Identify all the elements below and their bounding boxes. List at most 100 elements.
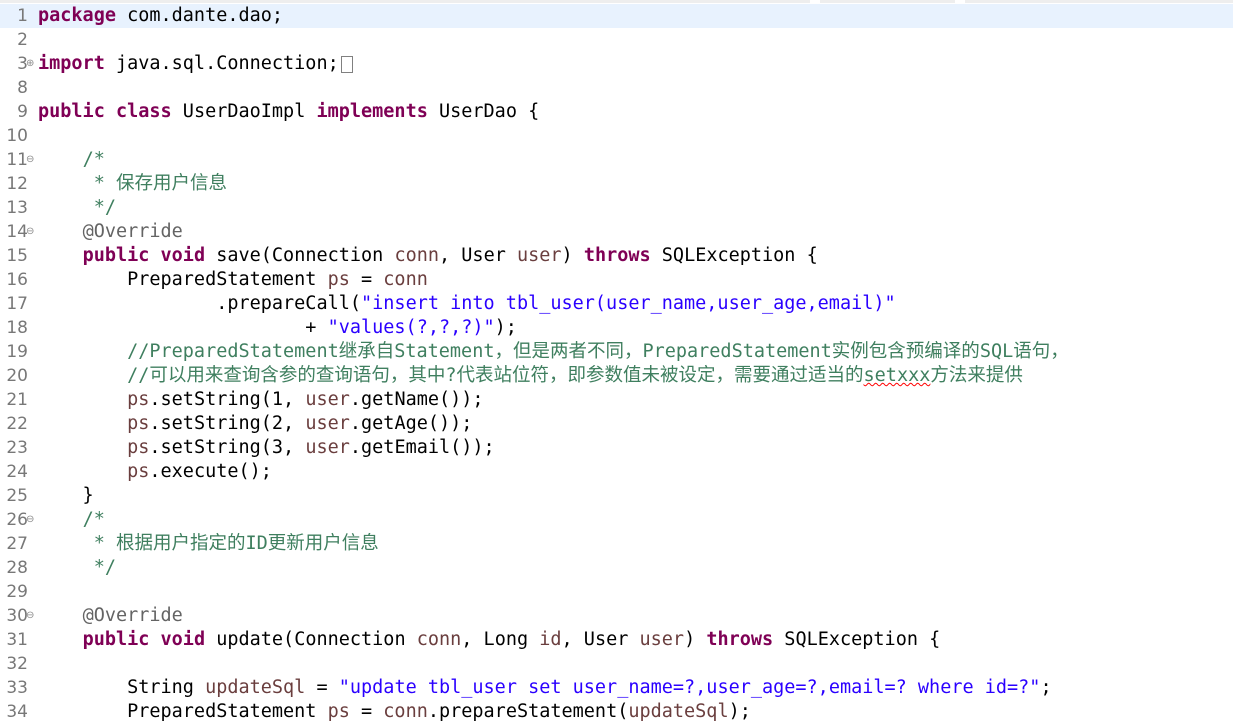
token-ann: @Override: [82, 221, 183, 242]
token-plain: ): [684, 629, 707, 650]
token-plain: .getEmail());: [349, 437, 495, 458]
code-text: ps.execute();: [38, 460, 272, 484]
code-line[interactable]: 21 ps.setString(1, user.getName());: [0, 388, 1233, 412]
token-kw: import: [38, 53, 105, 74]
token-var: updateSql: [628, 701, 729, 722]
token-str: "update tbl_user set user_name=?,user_ag…: [338, 677, 1041, 698]
line-number: 12: [6, 174, 28, 194]
line-number: 21: [6, 390, 28, 410]
code-line[interactable]: 29: [0, 580, 1233, 604]
token-kw: public: [82, 629, 150, 650]
token-cm: 方法来提供: [930, 365, 1023, 386]
code-text: .prepareCall("insert into tbl_user(user_…: [38, 292, 895, 316]
code-line[interactable]: 1 package com.dante.dao;: [0, 4, 1233, 28]
code-text: ps.setString(3, user.getEmail());: [38, 436, 495, 460]
line-number: 27: [6, 534, 28, 554]
code-editor[interactable]: 1 package com.dante.dao; 2 3 ⊕ import java.sq…: [0, 4, 1233, 724]
code-text: public class UserDaoImpl implements User…: [38, 100, 539, 124]
line-number: 24: [6, 462, 28, 482]
line-number: 22: [6, 414, 28, 434]
token-plain: ;: [1040, 677, 1052, 698]
token-var: conn: [394, 245, 440, 266]
code-text: /*: [38, 508, 105, 532]
code-text: * 保存用户信息: [38, 172, 227, 196]
code-line[interactable]: 11 ⊖ /*: [0, 148, 1233, 172]
line-number: 8: [17, 78, 28, 98]
code-line[interactable]: 33 String updateSql = "update tbl_user s…: [0, 676, 1233, 700]
code-text: import java.sql.Connection;: [38, 52, 353, 76]
code-line[interactable]: 9 public class UserDaoImpl implements Use…: [0, 100, 1233, 124]
token-plain: UserDaoImpl: [171, 101, 317, 122]
code-line[interactable]: 24 ps.execute();: [0, 460, 1233, 484]
code-text: PreparedStatement ps = conn.prepareState…: [38, 700, 751, 724]
code-text: */: [38, 196, 116, 220]
token-plain: .getAge());: [349, 413, 473, 434]
token-var: updateSql: [205, 677, 306, 698]
token-plain: java.sql.Connection;: [104, 53, 339, 74]
code-line[interactable]: 23 ps.setString(3, user.getEmail());: [0, 436, 1233, 460]
token-var: user: [305, 437, 350, 458]
code-line[interactable]: 26 ⊖ /*: [0, 508, 1233, 532]
code-text: //PreparedStatement继承自Statement，但是两者不同，P…: [38, 340, 1069, 364]
code-line[interactable]: 2: [0, 28, 1233, 52]
code-line[interactable]: 8: [0, 76, 1233, 100]
folded-imports-marker[interactable]: [340, 55, 353, 73]
code-line[interactable]: 17 .prepareCall("insert into tbl_user(us…: [0, 292, 1233, 316]
line-number: 26: [6, 510, 28, 530]
code-line[interactable]: 15 public void save(Connection conn, Use…: [0, 244, 1233, 268]
token-var: ps: [127, 437, 150, 458]
code-line[interactable]: 14 ⊖ @Override: [0, 220, 1233, 244]
code-line[interactable]: 28 */: [0, 556, 1233, 580]
code-line[interactable]: 27 * 根据用户指定的ID更新用户信息: [0, 532, 1233, 556]
token-kw: void: [160, 245, 206, 266]
token-kw: throws: [706, 629, 774, 650]
code-text: */: [38, 556, 116, 580]
fold-collapse-icon[interactable]: ⊖: [26, 148, 36, 172]
fold-expand-icon[interactable]: ⊕: [26, 52, 36, 76]
code-line[interactable]: 22 ps.setString(2, user.getAge());: [0, 412, 1233, 436]
token-cm: * 根据用户指定的ID更新用户信息: [38, 533, 379, 554]
token-ann: @Override: [82, 605, 183, 626]
code-line[interactable]: 18 + "values(?,?,?)");: [0, 316, 1233, 340]
code-line[interactable]: 20 //可以用来查询含参的查询语句，其中?代表站位符，即参数值未被设定，需要通…: [0, 364, 1233, 388]
fold-collapse-icon[interactable]: ⊖: [26, 604, 36, 628]
token-plain: +: [38, 317, 328, 338]
line-number: 10: [6, 126, 28, 146]
code-line[interactable]: 30 ⊖ @Override: [0, 604, 1233, 628]
code-line[interactable]: 12 * 保存用户信息: [0, 172, 1233, 196]
line-number: 3: [17, 54, 28, 74]
token-cm: /*: [82, 149, 105, 170]
code-line[interactable]: 3 ⊕ import java.sql.Connection;: [0, 52, 1233, 76]
code-line[interactable]: 31 public void update(Connection conn, L…: [0, 628, 1233, 652]
token-plain: .setString(3,: [149, 437, 306, 458]
code-line[interactable]: 10: [0, 124, 1233, 148]
editor-tab-strip-left: [0, 0, 810, 3]
token-var: user: [639, 629, 685, 650]
token-cm: //可以用来查询含参的查询语句，其中?代表站位符，即参数值未被设定，需要通过适当…: [38, 365, 864, 386]
code-line[interactable]: 13 */: [0, 196, 1233, 220]
fold-collapse-icon[interactable]: ⊖: [26, 508, 36, 532]
token-plain: );: [728, 701, 751, 722]
line-number: 9: [17, 102, 28, 122]
line-number: 14: [6, 222, 28, 242]
token-var: user: [305, 413, 350, 434]
editor-tab-strip-mid: [820, 0, 955, 3]
line-number: 2: [17, 30, 28, 50]
code-line[interactable]: 16 PreparedStatement ps = conn: [0, 268, 1233, 292]
token-kw: package: [38, 5, 116, 26]
fold-collapse-icon[interactable]: ⊖: [26, 220, 36, 244]
line-number: 33: [6, 678, 28, 698]
code-line[interactable]: 34 PreparedStatement ps = conn.prepareSt…: [0, 700, 1233, 724]
token-plain: String: [38, 677, 206, 698]
code-line[interactable]: 25 }: [0, 484, 1233, 508]
code-line[interactable]: 32: [0, 652, 1233, 676]
line-number: 20: [6, 366, 28, 386]
line-number: 13: [6, 198, 28, 218]
code-line[interactable]: 19 //PreparedStatement继承自Statement，但是两者不…: [0, 340, 1233, 364]
line-number: 11: [6, 150, 28, 170]
code-text: public void update(Connection conn, Long…: [38, 628, 941, 652]
